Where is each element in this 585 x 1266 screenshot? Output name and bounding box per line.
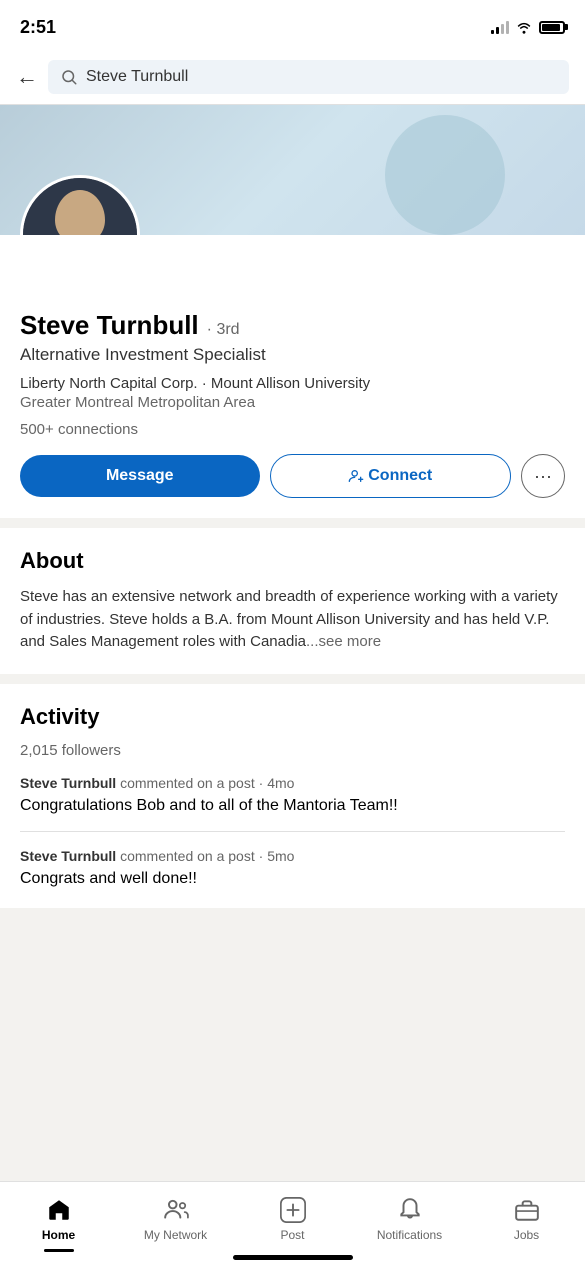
jobs-icon <box>513 1196 541 1224</box>
cover-decoration <box>385 115 505 235</box>
about-title: About <box>20 548 565 574</box>
action-buttons: Message Connect ··· <box>20 454 565 498</box>
nav-item-post[interactable]: Post <box>234 1196 351 1242</box>
wifi-icon <box>515 20 533 34</box>
my-network-icon <box>162 1196 190 1224</box>
avatar-image <box>23 175 137 235</box>
search-bar: ← Steve Turnbull <box>0 50 585 105</box>
more-options-button[interactable]: ··· <box>521 454 565 498</box>
status-bar: 2:51 <box>0 0 585 50</box>
home-icon <box>45 1196 73 1224</box>
nav-label-home: Home <box>42 1228 75 1242</box>
connection-degree: · 3rd <box>207 321 240 339</box>
profile-info: Steve Turnbull · 3rd Alternative Investm… <box>0 235 585 518</box>
nav-item-home[interactable]: Home <box>0 1196 117 1242</box>
profile-name: Steve Turnbull <box>20 310 199 341</box>
back-button[interactable]: ← <box>16 64 38 90</box>
about-text: Steve has an extensive network and bread… <box>20 586 565 654</box>
connect-icon <box>348 468 364 484</box>
connect-button[interactable]: Connect <box>270 454 512 498</box>
activity-meta-1: Steve Turnbull commented on a post · 4mo <box>20 775 565 791</box>
avatar-container <box>20 175 140 235</box>
cover-photo <box>0 105 585 235</box>
message-button[interactable]: Message <box>20 455 260 497</box>
activity-meta-2: Steve Turnbull commented on a post · 5mo <box>20 848 565 864</box>
nav-item-jobs[interactable]: Jobs <box>468 1196 585 1242</box>
bottom-nav: Home My Network Post <box>0 1181 585 1266</box>
profile-header: Steve Turnbull · 3rd Alternative Investm… <box>0 105 585 518</box>
nav-item-notifications[interactable]: Notifications <box>351 1196 468 1242</box>
connections-count: 500+ connections <box>20 421 565 438</box>
activity-section: Activity 2,015 followers Steve Turnbull … <box>0 684 585 908</box>
activity-followers: 2,015 followers <box>20 742 565 759</box>
activity-content-1: Congratulations Bob and to all of the Ma… <box>20 797 565 815</box>
activity-content-2: Congrats and well done!! <box>20 870 565 888</box>
post-icon <box>279 1196 307 1224</box>
home-indicator <box>233 1255 353 1260</box>
search-input-container[interactable]: Steve Turnbull <box>48 60 569 94</box>
status-time: 2:51 <box>20 17 56 38</box>
notifications-icon <box>396 1196 424 1224</box>
nav-label-post: Post <box>280 1228 304 1242</box>
battery-icon <box>539 21 565 34</box>
activity-title: Activity <box>20 704 565 730</box>
status-icons <box>491 20 565 34</box>
activity-item: Steve Turnbull commented on a post · 4mo… <box>20 775 565 832</box>
profile-name-row: Steve Turnbull · 3rd <box>20 310 565 341</box>
search-query: Steve Turnbull <box>86 68 188 86</box>
nav-label-jobs: Jobs <box>514 1228 539 1242</box>
activity-item: Steve Turnbull commented on a post · 5mo… <box>20 848 565 888</box>
profile-company: Liberty North Capital Corp. · Mount Alli… <box>20 375 565 392</box>
see-more-link[interactable]: ...see more <box>306 633 381 650</box>
search-icon <box>60 68 78 86</box>
profile-location: Greater Montreal Metropolitan Area <box>20 394 565 411</box>
about-section: About Steve has an extensive network and… <box>0 528 585 674</box>
nav-label-my-network: My Network <box>144 1228 207 1242</box>
signal-icon <box>491 20 509 34</box>
nav-label-notifications: Notifications <box>377 1228 442 1242</box>
nav-item-my-network[interactable]: My Network <box>117 1196 234 1242</box>
profile-title: Alternative Investment Specialist <box>20 345 565 365</box>
avatar <box>20 175 140 235</box>
